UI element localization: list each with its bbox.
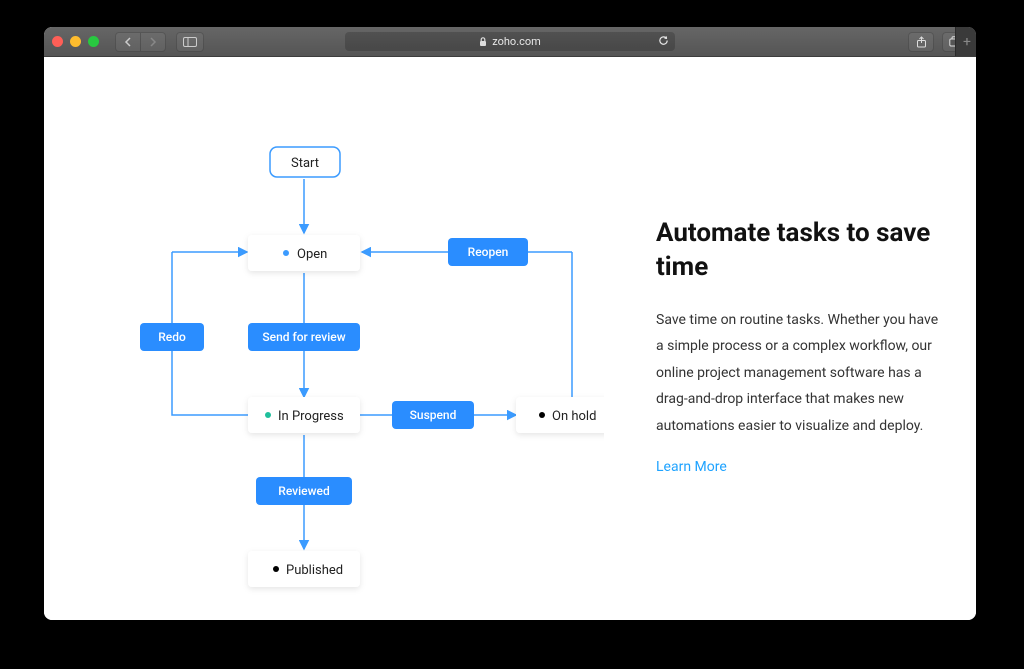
address-bar[interactable]: zoho.com bbox=[345, 32, 675, 51]
transition-reopen-label: Reopen bbox=[468, 245, 509, 259]
hero-heading: Automate tasks to save time bbox=[656, 217, 946, 285]
state-published-label: Published bbox=[286, 563, 343, 578]
reload-button[interactable] bbox=[658, 35, 669, 49]
address-text: zoho.com bbox=[492, 35, 541, 48]
workflow-diagram: Start Open In Progress bbox=[84, 127, 604, 607]
hero-body: Save time on routine tasks. Whether you … bbox=[656, 307, 946, 440]
state-on-hold[interactable]: On hold bbox=[516, 397, 604, 433]
state-start[interactable]: Start bbox=[270, 147, 340, 177]
chevron-left-icon bbox=[124, 37, 132, 47]
close-window-button[interactable] bbox=[52, 36, 63, 47]
share-icon bbox=[916, 36, 927, 48]
state-in-progress[interactable]: In Progress bbox=[248, 397, 360, 433]
new-tab-button[interactable]: + bbox=[955, 27, 976, 56]
browser-titlebar: zoho.com bbox=[44, 27, 976, 57]
chevron-right-icon bbox=[149, 37, 157, 47]
minimize-window-button[interactable] bbox=[70, 36, 81, 47]
state-open-label: Open bbox=[297, 247, 327, 262]
stage: zoho.com bbox=[0, 0, 1024, 669]
transition-reviewed-label: Reviewed bbox=[278, 484, 330, 498]
window-controls bbox=[52, 36, 99, 47]
nav-buttons bbox=[115, 32, 166, 52]
state-in-progress-label: In Progress bbox=[278, 409, 344, 424]
state-on-hold-label: On hold bbox=[552, 409, 596, 424]
page-content: Start Open In Progress bbox=[44, 57, 976, 620]
transition-redo-label: Redo bbox=[158, 330, 186, 344]
reload-icon bbox=[658, 35, 669, 46]
lock-icon bbox=[479, 37, 487, 47]
state-start-label: Start bbox=[291, 156, 319, 171]
share-button[interactable] bbox=[908, 32, 934, 52]
sidebar-icon bbox=[183, 37, 197, 47]
learn-more-link[interactable]: Learn More bbox=[656, 459, 727, 475]
hero-copy: Automate tasks to save time Save time on… bbox=[656, 217, 946, 475]
transition-suspend[interactable]: Suspend bbox=[392, 401, 474, 429]
plus-icon: + bbox=[963, 34, 971, 50]
transition-reviewed[interactable]: Reviewed bbox=[256, 477, 352, 505]
sidebar-toggle-button[interactable] bbox=[176, 32, 204, 52]
browser-window: zoho.com bbox=[44, 27, 976, 620]
forward-button[interactable] bbox=[140, 32, 166, 52]
transition-reopen[interactable]: Reopen bbox=[448, 238, 528, 266]
state-published[interactable]: Published bbox=[248, 551, 360, 587]
back-button[interactable] bbox=[115, 32, 140, 52]
transition-suspend-label: Suspend bbox=[410, 408, 457, 422]
transition-send-for-review-label: Send for review bbox=[262, 330, 345, 344]
transition-send-for-review[interactable]: Send for review bbox=[248, 323, 360, 351]
transition-redo[interactable]: Redo bbox=[140, 323, 204, 351]
fullscreen-window-button[interactable] bbox=[88, 36, 99, 47]
state-open[interactable]: Open bbox=[248, 235, 360, 271]
